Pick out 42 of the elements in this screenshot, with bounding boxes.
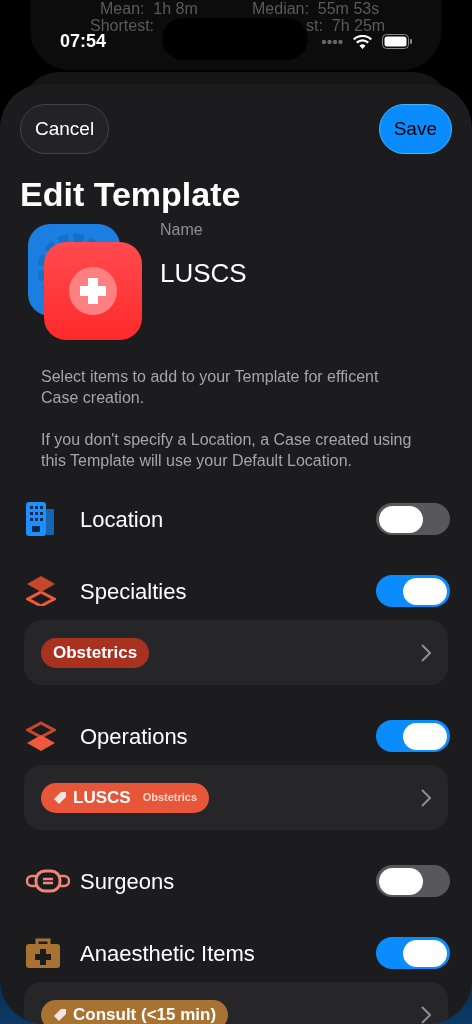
section-label: Operations: [80, 722, 189, 751]
medical-kit-icon: [26, 938, 60, 968]
save-button[interactable]: Save: [378, 104, 452, 154]
description-text: If you don't specify a Location, a Case created using this Template will use your Default Location.: [41, 430, 412, 471]
selection-card[interactable]: Consult (<15 min): [24, 982, 448, 1024]
tag-icon: [53, 1007, 67, 1022]
tag-icon: [53, 790, 67, 805]
toggle-switch[interactable]: [376, 503, 450, 535]
chevron-icon: [421, 643, 431, 662]
stat-text: Mean: 1h 8m: [100, 0, 198, 17]
selection-card[interactable]: Obstetrics: [24, 620, 448, 685]
stat-text: Median: 55m 53s: [252, 0, 380, 17]
section-label: Surgeons: [80, 867, 176, 896]
section-label: Specialties: [80, 577, 188, 606]
toggle-switch[interactable]: [376, 575, 450, 607]
section-label: Location: [80, 505, 165, 534]
tag-sublabel: Obstetrics: [142, 790, 198, 806]
mask-icon: [26, 869, 70, 893]
layers-icon: [26, 721, 56, 751]
chevron-icon: [421, 788, 431, 807]
tag-label: Obstetrics: [53, 641, 138, 664]
toggle-switch[interactable]: [376, 865, 450, 897]
toggle-switch[interactable]: [376, 720, 450, 752]
chevron-icon: [421, 1005, 431, 1024]
page-title: Edit Template: [20, 174, 242, 214]
signal-icon: [321, 38, 343, 45]
building-icon: [26, 502, 56, 536]
section-label: Anaesthetic Items: [80, 939, 256, 968]
battery-icon: [382, 34, 412, 49]
status-time: 07:54: [60, 31, 107, 53]
tag-label: LUSCS: [73, 786, 131, 809]
layers-icon: [26, 576, 56, 606]
tag-label: Consult (<15 min): [73, 1003, 217, 1024]
stat-text: st: 7h 25m: [306, 17, 386, 34]
description-text: Select items to add to your Template for efficent Case creation.: [41, 367, 380, 408]
name-field[interactable]: LUSCS: [160, 254, 247, 293]
cancel-button[interactable]: Cancel: [20, 104, 110, 154]
wifi-icon: [353, 34, 372, 49]
stat-text: Shortest:: [90, 17, 155, 34]
toggle-switch[interactable]: [376, 937, 450, 969]
selection-card[interactable]: LUSCS Obstetrics: [24, 765, 448, 830]
name-label: Name: [160, 220, 204, 240]
